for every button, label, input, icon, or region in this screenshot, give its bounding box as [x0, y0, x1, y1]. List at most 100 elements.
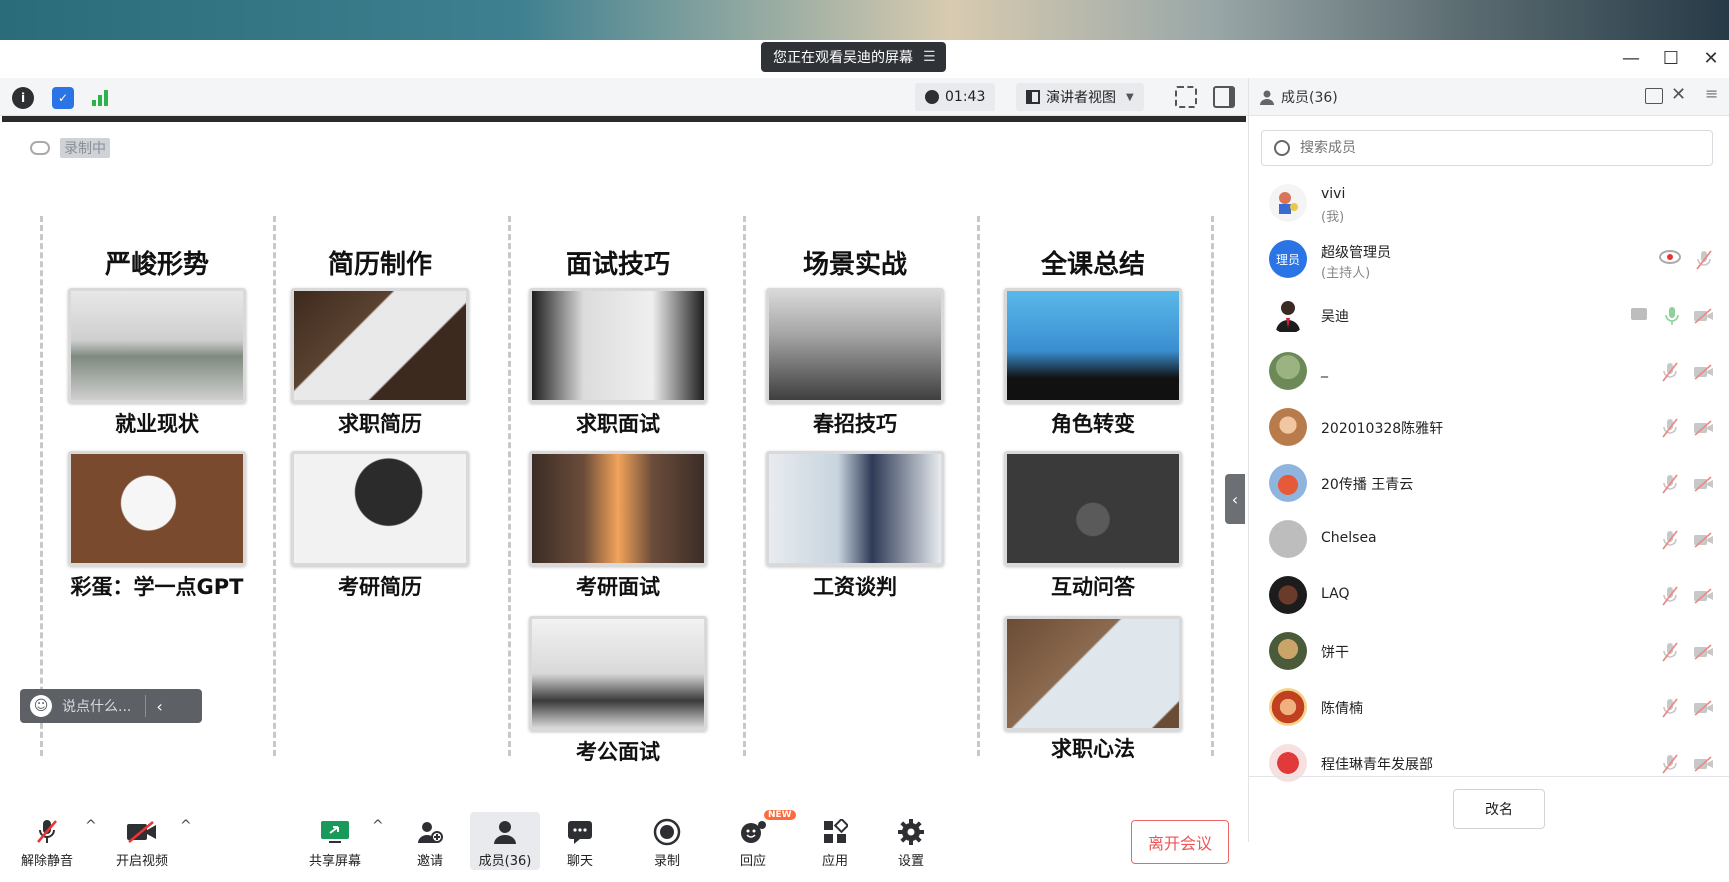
fullscreen-icon[interactable] — [1175, 86, 1197, 108]
panel-menu-icon[interactable]: ≡ — [1705, 84, 1718, 103]
unmute-label: 解除静音 — [20, 854, 73, 869]
camera-off-icon — [107, 816, 177, 848]
banner-menu-icon[interactable]: ☰ — [923, 49, 936, 65]
collapse-panel-tab[interactable]: ‹ — [1225, 474, 1245, 524]
add-user-icon — [395, 816, 465, 848]
card-label: 考研简历 — [338, 575, 422, 599]
chat-label: 聊天 — [566, 854, 593, 869]
column-title: 面试技巧 — [565, 250, 670, 280]
camera-off-icon[interactable] — [1693, 643, 1715, 661]
quick-chat-pill[interactable]: ☺ 说点什么... ‹ — [20, 689, 202, 723]
mic-muted-icon — [12, 816, 82, 848]
mic-active-icon[interactable] — [1661, 305, 1683, 327]
members-icon — [470, 816, 540, 848]
chevron-up-icon[interactable]: ^ — [372, 818, 384, 834]
close-icon[interactable]: ✕ — [1698, 46, 1724, 72]
emoji-icon[interactable]: ☺ — [30, 695, 52, 717]
member-search-box[interactable] — [1261, 130, 1713, 166]
minimize-icon[interactable]: — — [1618, 46, 1644, 72]
quick-chat-placeholder[interactable]: 说点什么... — [62, 696, 131, 716]
layout-icon — [1026, 90, 1040, 104]
chevron-up-icon[interactable]: ^ — [180, 818, 192, 834]
member-item[interactable]: Chelsea — [1249, 512, 1729, 568]
member-item[interactable]: LAQ — [1249, 568, 1729, 624]
new-badge: NEW — [764, 810, 796, 820]
camera-off-icon[interactable] — [1693, 475, 1715, 493]
avatar — [1269, 352, 1307, 390]
screen-share-status-icon — [1631, 308, 1647, 320]
close-panel-icon[interactable]: ✕ — [1671, 84, 1686, 105]
avatar — [1269, 688, 1307, 726]
mic-muted-icon[interactable] — [1659, 753, 1681, 775]
toggle-panel-icon[interactable] — [1213, 86, 1235, 108]
member-item[interactable]: 理员 超级管理员 (主持人) — [1249, 232, 1729, 288]
meeting-room-image — [529, 616, 707, 731]
camera-off-icon[interactable] — [1693, 531, 1715, 549]
column-divider — [508, 216, 511, 756]
member-item[interactable]: _ — [1249, 344, 1729, 400]
info-icon[interactable]: i — [12, 87, 34, 109]
member-item[interactable]: 陈倩楠 — [1249, 680, 1729, 736]
card-label: 春招技巧 — [813, 412, 897, 436]
camera-off-icon[interactable] — [1693, 699, 1715, 717]
chevron-up-icon[interactable]: ^ — [85, 818, 97, 834]
mic-muted-icon[interactable] — [1659, 585, 1681, 607]
record-button[interactable]: 录制 — [632, 816, 702, 869]
camera-off-icon[interactable] — [1693, 587, 1715, 605]
rename-button[interactable]: 改名 — [1453, 789, 1545, 829]
apps-icon — [800, 816, 870, 848]
mic-muted-icon[interactable] — [1659, 417, 1681, 439]
security-shield-icon[interactable]: ✓ — [52, 87, 74, 109]
camera-off-icon[interactable] — [1693, 419, 1715, 437]
camera-off-icon[interactable] — [1693, 363, 1715, 381]
robot-image — [68, 451, 246, 566]
network-signal-icon[interactable] — [92, 88, 108, 106]
recording-indicator: 录制中 — [30, 138, 110, 158]
member-name: 20传播 王青云 — [1321, 477, 1414, 493]
avatar — [1269, 184, 1307, 222]
mic-muted-icon[interactable] — [1659, 641, 1681, 663]
column-title: 严峻形势 — [104, 250, 209, 280]
view-mode-dropdown[interactable]: 演讲者视图 ▼ — [1016, 83, 1144, 111]
start-video-button[interactable]: 开启视频 — [107, 816, 177, 869]
mic-muted-icon[interactable] — [1693, 249, 1715, 271]
mic-muted-icon[interactable] — [1659, 361, 1681, 383]
avatar — [1269, 632, 1307, 670]
mic-muted-icon[interactable] — [1659, 529, 1681, 551]
meeting-window: 您正在观看吴迪的屏幕 ☰ — ☐ ✕ i ✓ 01:43 演讲者视图 ▼ 录制中… — [0, 40, 1729, 882]
members-panel-footer: 改名 — [1249, 776, 1729, 842]
chat-button[interactable]: 聊天 — [545, 816, 615, 869]
member-item[interactable]: vivi (我) — [1249, 176, 1729, 232]
chat-icon — [545, 816, 615, 848]
view-mode-label: 演讲者视图 — [1046, 90, 1116, 106]
invite-button[interactable]: 邀请 — [395, 816, 465, 869]
desktop-wallpaper-strip — [0, 0, 1729, 40]
mic-muted-icon[interactable] — [1659, 473, 1681, 495]
column-title: 简历制作 — [327, 250, 432, 280]
unmute-button[interactable]: 解除静音 — [12, 816, 82, 869]
camera-off-icon[interactable] — [1693, 307, 1715, 325]
popout-icon[interactable] — [1645, 88, 1663, 104]
maximize-icon[interactable]: ☐ — [1658, 46, 1684, 72]
member-item[interactable]: 吴迪 — [1249, 288, 1729, 344]
members-button[interactable]: 成员(36) — [470, 816, 540, 869]
card-label: 考研面试 — [576, 575, 660, 599]
bottom-control-bar: 解除静音 ^ 开启视频 ^ 共享屏幕 ^ 邀请 成员(36) 聊天 录制 回应 … — [0, 806, 1248, 882]
member-item[interactable]: 饼干 — [1249, 624, 1729, 680]
camera-off-icon[interactable] — [1693, 755, 1715, 773]
card-label: 就业现状 — [115, 412, 199, 436]
chevron-left-icon[interactable]: ‹ — [156, 697, 162, 716]
leave-meeting-button[interactable]: 离开会议 — [1131, 820, 1229, 864]
member-item[interactable]: 202010328陈雅轩 — [1249, 400, 1729, 456]
reactions-button[interactable]: 回应 — [718, 816, 788, 869]
share-screen-button[interactable]: 共享屏幕 — [300, 816, 370, 869]
tablet-chart-image — [1004, 616, 1182, 731]
member-search-input[interactable] — [1300, 140, 1680, 156]
member-item[interactable]: 20传播 王青云 — [1249, 456, 1729, 512]
title-bar: 您正在观看吴迪的屏幕 ☰ — ☐ ✕ — [0, 40, 1729, 78]
settings-button[interactable]: 设置 — [876, 816, 946, 869]
apps-button[interactable]: 应用 — [800, 816, 870, 869]
mic-muted-icon[interactable] — [1659, 697, 1681, 719]
clock-icon — [925, 90, 939, 104]
viewing-banner[interactable]: 您正在观看吴迪的屏幕 ☰ — [761, 42, 946, 72]
